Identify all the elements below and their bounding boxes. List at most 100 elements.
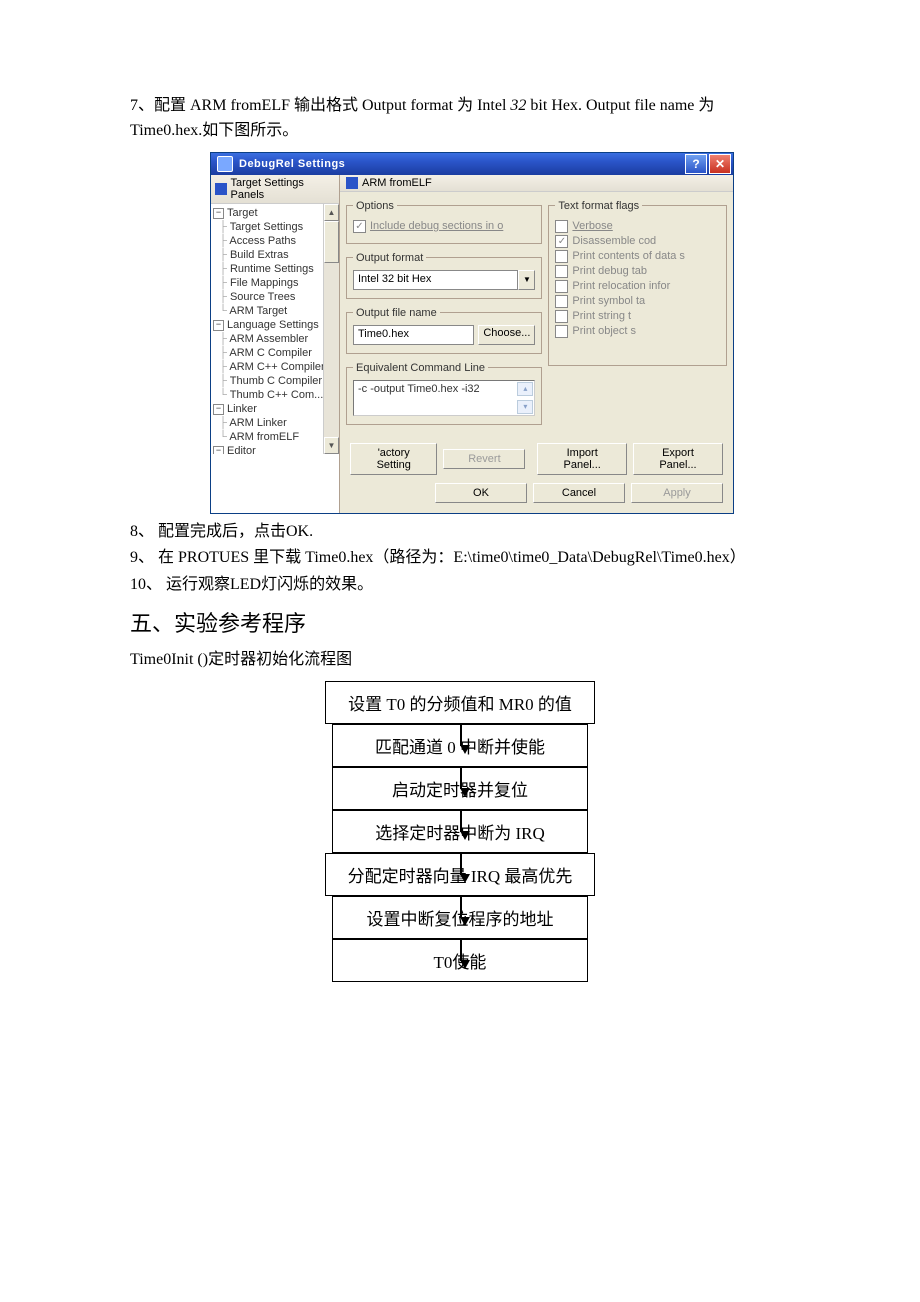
print-string-checkbox[interactable]: Print string t xyxy=(555,310,720,323)
checkbox-icon xyxy=(555,310,568,323)
print-symbol-label: Print symbol ta xyxy=(572,295,645,307)
checkbox-checked-icon: ✓ xyxy=(555,235,568,248)
choose-button[interactable]: Choose... xyxy=(478,325,535,345)
tree-editor[interactable]: Editor xyxy=(227,445,256,454)
checkbox-icon xyxy=(555,250,568,263)
include-debug-label: Include debug sections in o xyxy=(370,220,503,232)
disassemble-label: Disassemble cod xyxy=(572,235,656,247)
right-panel-header: ARM fromELF xyxy=(340,175,733,192)
output-file-name-legend: Output file name xyxy=(353,307,440,319)
scroll-up-icon[interactable]: ▴ xyxy=(517,382,533,396)
settings-tree[interactable]: −Target ├ Target Settings ├ Access Paths… xyxy=(211,204,339,454)
checkbox-icon xyxy=(555,295,568,308)
paragraph-8: 8、 配置完成后，点击OK. xyxy=(130,520,790,545)
tree-thumb-c-compiler[interactable]: Thumb C Compiler xyxy=(230,375,322,387)
tree-arm-linker[interactable]: ARM Linker xyxy=(229,417,286,429)
text: 7、配置 ARM fromELF 输出格式 Output format 为 In… xyxy=(130,97,510,114)
print-object-checkbox[interactable]: Print object s xyxy=(555,325,720,338)
equivalent-command-line-value: -c -output Time0.hex -i32 xyxy=(358,383,480,395)
export-panel-button[interactable]: Export Panel... xyxy=(633,443,723,475)
close-icon: ✕ xyxy=(715,157,725,171)
flow-step-1: 设置 T0 的分频值和 MR0 的值 xyxy=(325,681,595,724)
print-debug-label: Print debug tab xyxy=(572,265,647,277)
equivalent-command-line-group: Equivalent Command Line -c -output Time0… xyxy=(346,362,542,425)
scroll-up-button[interactable]: ▲ xyxy=(324,204,339,221)
cancel-button[interactable]: Cancel xyxy=(533,483,625,503)
include-debug-checkbox[interactable]: ✓ Include debug sections in o xyxy=(353,220,535,233)
tree-arm-c-compiler[interactable]: ARM C Compiler xyxy=(229,347,312,359)
print-symbol-checkbox[interactable]: Print symbol ta xyxy=(555,295,720,308)
output-format-legend: Output format xyxy=(353,252,426,264)
panel-icon xyxy=(346,177,358,189)
tree-target[interactable]: Target xyxy=(227,207,258,219)
right-panel-title: ARM fromELF xyxy=(362,177,432,189)
tree-access-paths[interactable]: Access Paths xyxy=(229,235,296,247)
scroll-down-button[interactable]: ▼ xyxy=(324,437,339,454)
tree-source-trees[interactable]: Source Trees xyxy=(230,291,295,303)
scroll-thumb[interactable] xyxy=(324,221,339,263)
options-group: Options ✓ Include debug sections in o xyxy=(346,200,542,244)
app-icon xyxy=(217,156,233,172)
checkbox-icon xyxy=(555,265,568,278)
equivalent-command-line-legend: Equivalent Command Line xyxy=(353,362,488,374)
factory-settings-button[interactable]: 'actory Setting xyxy=(350,443,437,475)
window-title: DebugRel Settings xyxy=(239,158,683,170)
paragraph-9: 9、 在 PROTUES 里下载 Time0.hex（路径为：E:\time0\… xyxy=(130,546,790,571)
import-panel-button[interactable]: Import Panel... xyxy=(537,443,627,475)
help-icon: ? xyxy=(692,157,699,171)
print-object-label: Print object s xyxy=(572,325,636,337)
output-format-value: Intel 32 bit Hex xyxy=(353,270,518,290)
panels-header-label: Target Settings Panels xyxy=(231,177,336,201)
output-format-select[interactable]: Intel 32 bit Hex ▼ xyxy=(353,270,535,290)
ok-button[interactable]: OK xyxy=(435,483,527,503)
tree-file-mappings[interactable]: File Mappings xyxy=(230,277,298,289)
checkbox-checked-icon: ✓ xyxy=(353,220,366,233)
scroll-down-icon[interactable]: ▾ xyxy=(517,400,533,414)
tree-thumb-cpp-com[interactable]: Thumb C++ Com... xyxy=(230,389,324,401)
tree-arm-cpp-compiler[interactable]: ARM C++ Compiler xyxy=(229,361,324,373)
apply-button[interactable]: Apply xyxy=(631,483,723,503)
print-contents-checkbox[interactable]: Print contents of data s xyxy=(555,250,720,263)
equivalent-command-line-text[interactable]: -c -output Time0.hex -i32 ▴ ▾ xyxy=(353,380,535,416)
close-button[interactable]: ✕ xyxy=(709,154,731,174)
tree-runtime-settings[interactable]: Runtime Settings xyxy=(230,263,314,275)
flowchart: 设置 T0 的分频值和 MR0 的值 匹配通道 0 中断并使能 启动定时器并复位… xyxy=(130,681,790,982)
verbose-checkbox[interactable]: Verbose xyxy=(555,220,720,233)
tree-arm-assembler[interactable]: ARM Assembler xyxy=(229,333,308,345)
text-format-flags-legend: Text format flags xyxy=(555,200,642,212)
tree-arm-fromelf[interactable]: ARM fromELF xyxy=(229,431,299,443)
print-contents-label: Print contents of data s xyxy=(572,250,685,262)
titlebar[interactable]: DebugRel Settings ? ✕ xyxy=(211,153,733,175)
output-format-group: Output format Intel 32 bit Hex ▼ xyxy=(346,252,542,299)
tree-linker[interactable]: Linker xyxy=(227,403,257,415)
tree-target-settings[interactable]: Target Settings xyxy=(230,221,303,233)
verbose-label: Verbose xyxy=(572,220,612,232)
chevron-down-icon: ▼ xyxy=(518,270,535,290)
text-italic: 32 xyxy=(510,97,526,114)
tree-build-extras[interactable]: Build Extras xyxy=(230,249,289,261)
output-file-name-group: Output file name Time0.hex Choose... xyxy=(346,307,542,354)
panel-icon xyxy=(215,183,227,195)
print-string-label: Print string t xyxy=(572,310,631,322)
disassemble-checkbox[interactable]: ✓ Disassemble cod xyxy=(555,235,720,248)
print-debug-checkbox[interactable]: Print debug tab xyxy=(555,265,720,278)
checkbox-icon xyxy=(555,325,568,338)
section-5-heading: 五、实验参考程序 xyxy=(130,606,790,638)
paragraph-7: 7、配置 ARM fromELF 输出格式 Output format 为 In… xyxy=(130,94,790,144)
help-button[interactable]: ? xyxy=(685,154,707,174)
checkbox-icon xyxy=(555,220,568,233)
tree-arm-target[interactable]: ARM Target xyxy=(229,305,287,317)
output-file-name-input[interactable]: Time0.hex xyxy=(353,325,474,345)
text-format-flags-group: Text format flags Verbose ✓ Disassemble c… xyxy=(548,200,727,366)
flowchart-title: Time0Init ()定时器初始化流程图 xyxy=(130,648,790,673)
print-reloc-label: Print relocation infor xyxy=(572,280,670,292)
revert-button[interactable]: Revert xyxy=(443,449,525,469)
checkbox-icon xyxy=(555,280,568,293)
options-legend: Options xyxy=(353,200,397,212)
debugrel-settings-window: DebugRel Settings ? ✕ Target Settings Pa… xyxy=(210,152,734,514)
tree-scrollbar[interactable]: ▲ ▼ xyxy=(323,204,339,454)
tree-lang-settings[interactable]: Language Settings xyxy=(227,319,319,331)
print-reloc-checkbox[interactable]: Print relocation infor xyxy=(555,280,720,293)
paragraph-10: 10、 运行观察LED灯闪烁的效果。 xyxy=(130,573,790,598)
panels-header: Target Settings Panels xyxy=(211,175,339,204)
